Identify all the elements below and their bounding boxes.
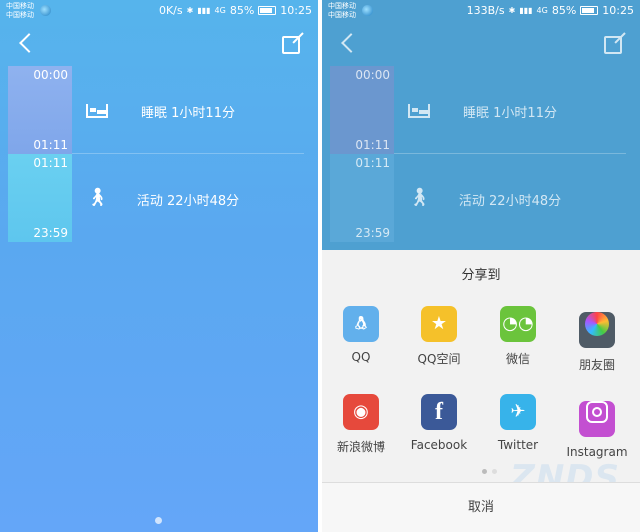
- network-speed: 133B/s: [466, 4, 505, 17]
- day-timeline: 00:00 01:11 01:11 23:59 睡眠 1小时11分 🚶︎ 活动 …: [330, 66, 626, 242]
- pager-dot: [492, 469, 497, 474]
- wechat-icon: ◔◔: [500, 306, 536, 342]
- app-label: QQ空间: [417, 352, 461, 366]
- sleep-end-time: 01:11: [355, 138, 390, 152]
- battery-icon: [580, 6, 599, 15]
- status-bar: 中国移动 中国移动 133B/s ✱ ▮▮▮ 4G 85% 10:25: [322, 0, 640, 24]
- status-right: 133B/s ✱ ▮▮▮ 4G 85% 10:25: [467, 4, 634, 17]
- app-label: QQ: [351, 350, 371, 364]
- qzone-icon: ★: [421, 306, 457, 342]
- clock: 10:25: [280, 4, 312, 17]
- share-title: 分享到: [461, 268, 501, 283]
- page-indicator-dot: [155, 517, 162, 524]
- app-label: Instagram: [566, 445, 628, 459]
- activity-bar: 01:11 23:59: [8, 154, 72, 242]
- pager-dot-active: [482, 469, 487, 474]
- share-moments[interactable]: 朋友圈: [558, 306, 636, 373]
- app-label: Twitter: [497, 438, 539, 452]
- share-qq[interactable]: 🐧︎ QQ: [322, 306, 400, 364]
- signal-icon: ▮▮▮: [197, 6, 211, 15]
- sleep-bar: 00:00 01:11: [8, 66, 72, 154]
- back-icon[interactable]: [19, 33, 39, 53]
- app-label: Facebook: [410, 438, 468, 452]
- app-label: 微信: [505, 352, 530, 366]
- activity-row[interactable]: 🚶︎ 活动 22小时48分: [72, 154, 304, 242]
- status-right: 0K/s ✱ ▮▮▮ 4G 85% 10:25: [159, 4, 312, 17]
- sleep-label: 睡眠 1小时11分: [463, 106, 557, 121]
- share-sheet: 分享到 🐧︎ QQ ★ QQ空间 ◔◔ 微信 朋友圈 ◉ 新浪微博 f Face…: [322, 250, 640, 532]
- dimmed-background: 中国移动 中国移动 133B/s ✱ ▮▮▮ 4G 85% 10:25 00:0…: [322, 0, 640, 250]
- carrier-labels: 中国移动 中国移动: [6, 2, 34, 20]
- share-facebook[interactable]: f Facebook: [400, 394, 478, 452]
- sleep-summary-screen: 中国移动 中国移动 0K/s ✱ ▮▮▮ 4G 85% 10:25 00:00 …: [0, 0, 318, 532]
- sleep-bar: 00:00 01:11: [330, 66, 394, 154]
- activity-bar: 01:11 23:59: [330, 154, 394, 242]
- sleep-start-time: 00:00: [355, 68, 390, 82]
- instagram-icon: [579, 401, 615, 437]
- activity-end-time: 23:59: [355, 226, 390, 240]
- app-label: 朋友圈: [578, 358, 615, 372]
- carrier-1: 中国移动: [328, 2, 356, 10]
- carrier-2: 中国移动: [328, 11, 356, 19]
- app-label: 新浪微博: [336, 440, 385, 454]
- clock: 10:25: [602, 4, 634, 17]
- sleep-end-time: 01:11: [33, 138, 68, 152]
- nav-bar: [322, 30, 640, 60]
- moments-icon: [579, 312, 615, 348]
- share-twitter[interactable]: ✈ Twitter: [479, 394, 557, 452]
- battery-percent: 85%: [229, 4, 255, 17]
- share-instagram[interactable]: Instagram: [558, 394, 636, 459]
- network-4g-icon: 4G: [536, 6, 548, 15]
- bluetooth-icon: ✱: [186, 6, 194, 15]
- activity-label: 活动 22小时48分: [458, 194, 562, 209]
- globe-icon: [362, 5, 373, 16]
- sleep-start-time: 00:00: [33, 68, 68, 82]
- activity-row: 🚶︎ 活动 22小时48分: [394, 154, 626, 242]
- share-wechat[interactable]: ◔◔ 微信: [479, 306, 557, 367]
- carrier-2: 中国移动: [6, 11, 34, 19]
- qq-icon: 🐧︎: [343, 306, 379, 342]
- sleep-label: 睡眠 1小时11分: [141, 106, 235, 121]
- sleep-row: 睡眠 1小时11分: [394, 66, 626, 154]
- signal-icon: ▮▮▮: [519, 6, 533, 15]
- network-speed: 0K/s: [158, 4, 183, 17]
- battery-percent: 85%: [551, 4, 577, 17]
- share-weibo[interactable]: ◉ 新浪微博: [322, 394, 400, 455]
- activity-start-time: 01:11: [355, 156, 390, 170]
- share-sheet-screen: 中国移动 中国移动 133B/s ✱ ▮▮▮ 4G 85% 10:25 00:0…: [322, 0, 640, 532]
- activity-end-time: 23:59: [33, 226, 68, 240]
- back-icon: [341, 33, 361, 53]
- carrier-1: 中国移动: [6, 2, 34, 10]
- bluetooth-icon: ✱: [508, 6, 516, 15]
- cancel-button[interactable]: 取消: [322, 482, 640, 532]
- nav-bar: [0, 30, 318, 60]
- sleep-row[interactable]: 睡眠 1小时11分: [72, 66, 304, 154]
- status-bar: 中国移动 中国移动 0K/s ✱ ▮▮▮ 4G 85% 10:25: [0, 0, 318, 24]
- battery-icon: [258, 6, 277, 15]
- activity-label: 活动 22小时48分: [136, 194, 240, 209]
- twitter-icon: ✈: [500, 394, 536, 430]
- activity-start-time: 01:11: [33, 156, 68, 170]
- network-4g-icon: 4G: [214, 6, 226, 15]
- globe-icon: [40, 5, 51, 16]
- carrier-labels: 中国移动 中国移动: [328, 2, 356, 20]
- share-qzone[interactable]: ★ QQ空间: [400, 306, 478, 367]
- share-edit-icon: [604, 36, 622, 54]
- day-timeline: 00:00 01:11 01:11 23:59 睡眠 1小时11分 🚶︎ 活动 …: [8, 66, 304, 242]
- weibo-icon: ◉: [343, 394, 379, 430]
- share-edit-icon[interactable]: [282, 36, 300, 54]
- facebook-icon: f: [421, 394, 457, 430]
